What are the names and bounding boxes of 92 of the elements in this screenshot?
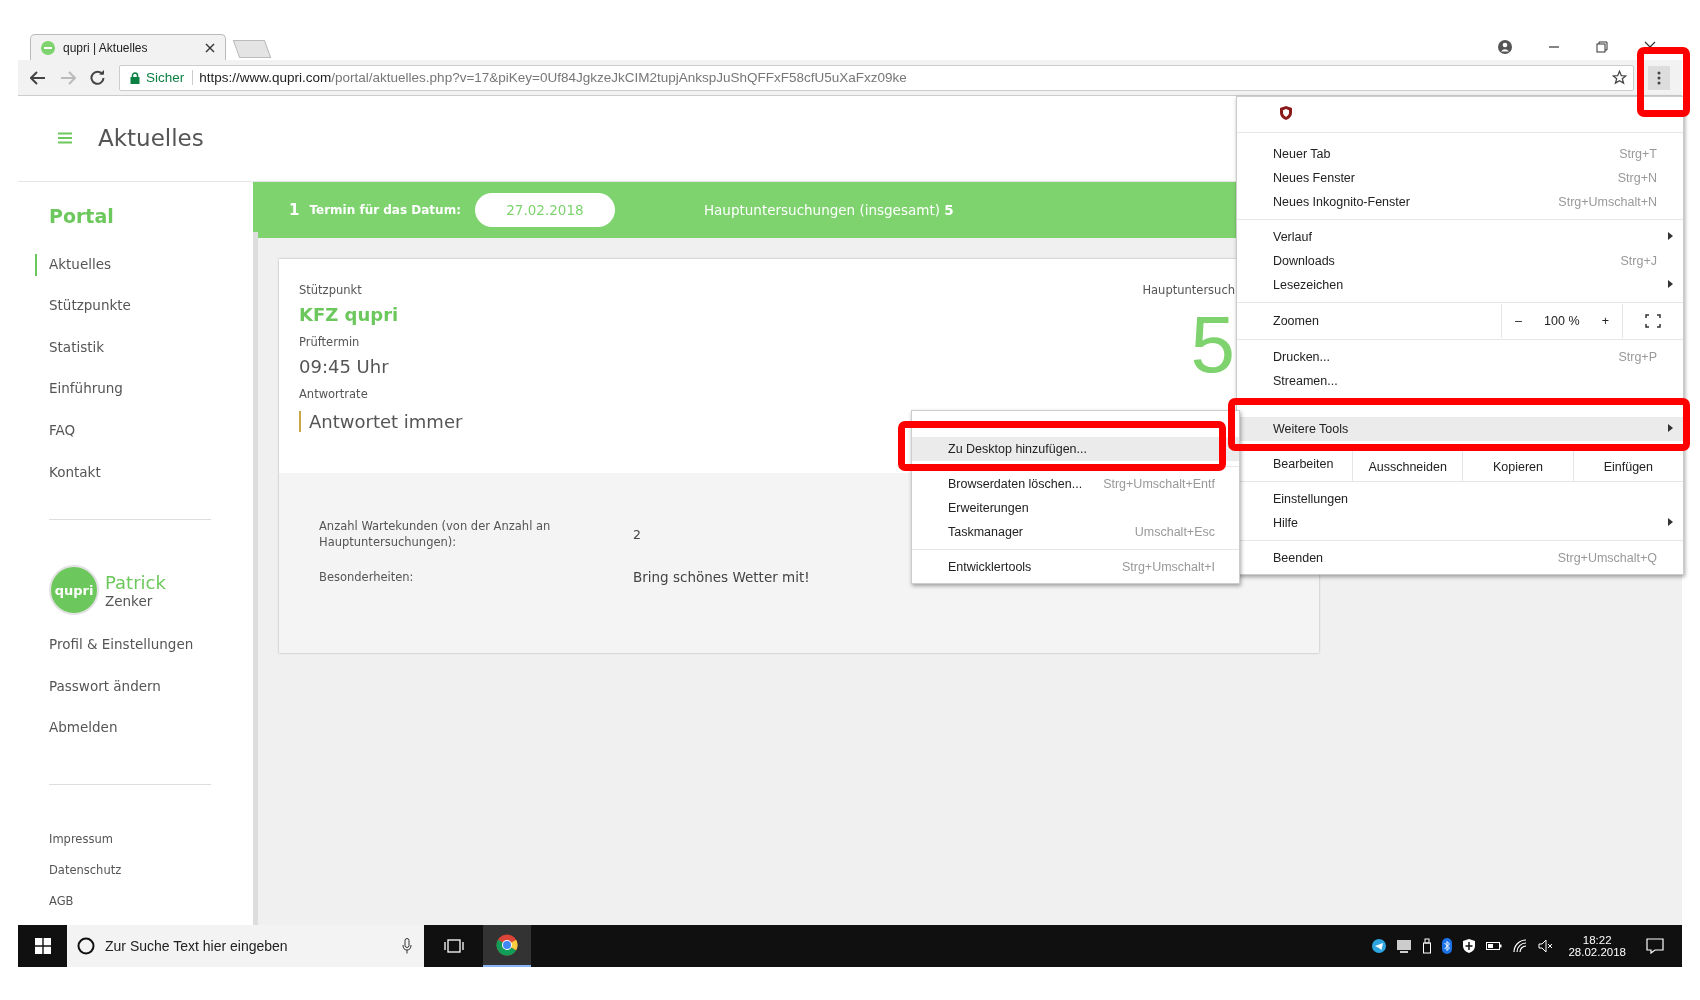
zoom-label: Zoomen xyxy=(1272,314,1320,328)
detail-value: Bring schönes Wetter mit! xyxy=(633,569,810,586)
date-label: Termin für das Datum: xyxy=(309,202,461,217)
reload-icon[interactable] xyxy=(90,70,105,85)
user-last-name: Zenker xyxy=(105,592,154,609)
usb-drive-icon[interactable] xyxy=(1422,938,1433,954)
url-text: https://www.qupri.com/portal/aktuelles.php?v=17&piKey=0Uf84JgkzeJkCIM2tupjAnkspJuShQFFxF58cfU5uXaFxz09ke xyxy=(199,70,907,85)
notification-icon[interactable] xyxy=(1646,938,1664,954)
edit-action[interactable]: Einfügen xyxy=(1601,459,1655,475)
appointment-count: 1 xyxy=(289,200,300,219)
star-icon[interactable] xyxy=(1612,70,1627,85)
inspections-total: Hauptuntersuchungen (insgesamt) 5 xyxy=(703,201,954,218)
station-name: KFZ qupri xyxy=(299,303,399,325)
taskbar-search-field[interactable]: Zur Suche Text hier eingeben xyxy=(67,925,424,967)
footer-link[interactable]: AGB xyxy=(49,894,74,925)
menu-item[interactable]: Neuer Tab Strg+T xyxy=(1237,142,1683,166)
zoom-out-button[interactable]: – xyxy=(1511,314,1526,328)
menu-button[interactable] xyxy=(1648,65,1670,90)
lock-icon xyxy=(130,71,140,84)
menu-item[interactable]: Taskmanager Umschalt+Esc xyxy=(912,520,1239,544)
address-bar[interactable]: Sicher https://www.qupri.com/portal/aktuelles.php?v=17&piKey=0Uf84JgkzeJkCIM2tupjAnkspJuShQFFxF58cfU5uXaFxz09ke xyxy=(119,64,1634,91)
menu-item[interactable]: Browserdaten löschen... Strg+Umschalt+Entf xyxy=(912,472,1239,496)
menu-item[interactable]: Weitere Tools xyxy=(1237,417,1683,441)
station-label: Stützpunkt xyxy=(299,282,362,297)
menu-item[interactable]: Entwicklertools Strg+Umschalt+I xyxy=(912,555,1239,579)
speaker-muted-icon[interactable] xyxy=(1538,939,1555,953)
menu-item[interactable]: Einstellungen xyxy=(1237,487,1683,511)
nav-item[interactable]: Statistik xyxy=(35,336,105,379)
nav-item[interactable]: Einführung xyxy=(35,378,123,421)
clock-date[interactable]: 28.02.2018 xyxy=(1568,946,1626,958)
tab-title: qupri | Aktuelles xyxy=(63,40,149,55)
more-icon xyxy=(1657,70,1661,85)
detail-label: Besonderheiten: xyxy=(319,569,415,586)
restore-icon[interactable] xyxy=(1596,41,1608,53)
section-title: Portal xyxy=(49,204,114,227)
shield-icon[interactable] xyxy=(1280,105,1292,120)
page-title: Aktuelles xyxy=(98,125,204,152)
account-link[interactable]: Passwort ändern xyxy=(35,675,161,718)
zoom-in-button[interactable]: + xyxy=(1597,314,1613,328)
menu-item[interactable]: Drucken... Strg+P xyxy=(1237,345,1683,369)
battery-icon[interactable] xyxy=(1486,941,1503,951)
taskbar-app-button[interactable] xyxy=(483,925,531,967)
time-label: Prüftermin xyxy=(299,334,360,349)
response-label: Antwortrate xyxy=(299,386,368,401)
inspections-label: Hauptuntersuch xyxy=(1142,282,1235,297)
menu-item[interactable]: Beenden Strg+Umschalt+Q xyxy=(1237,546,1683,570)
menu-item[interactable]: Neues Fenster Strg+N xyxy=(1237,166,1683,190)
microphone-icon xyxy=(402,938,412,954)
menu-item[interactable]: Neues Inkognito-Fenster Strg+Umschalt+N xyxy=(1237,190,1683,214)
account-icon[interactable] xyxy=(1498,40,1512,54)
highlight-frame xyxy=(1637,47,1690,117)
edit-action[interactable]: Ausschneiden xyxy=(1366,459,1449,475)
detail-value: 2 xyxy=(633,526,641,542)
zoom-value: 100 % xyxy=(1544,314,1580,328)
footer-link[interactable]: Datenschutz xyxy=(49,863,122,894)
browser-tab[interactable]: qupri | Aktuelles xyxy=(30,34,226,60)
monitor-icon[interactable] xyxy=(1396,939,1413,953)
menu-item[interactable]: Streamen... xyxy=(1237,369,1683,393)
menu-item[interactable]: Erweiterungen xyxy=(912,496,1239,520)
menu-item[interactable]: Hilfe xyxy=(1237,511,1683,535)
menu-item[interactable]: Zu Desktop hinzufügen... xyxy=(912,437,1239,461)
shield-icon[interactable] xyxy=(1462,939,1477,953)
menu-item[interactable]: Lesezeichen xyxy=(1237,273,1683,297)
edit-label: Bearbeiten xyxy=(1272,457,1335,471)
task-view-icon[interactable] xyxy=(444,939,464,953)
account-link[interactable]: Abmelden xyxy=(35,717,118,759)
nav-item[interactable]: Stützpunkte xyxy=(35,295,131,337)
nav-item[interactable]: Aktuelles xyxy=(35,253,112,276)
footer-link[interactable]: Impressum xyxy=(49,832,113,863)
response-rate: Antwortet immer xyxy=(299,410,463,432)
close-tab-icon[interactable] xyxy=(205,42,215,53)
appointment-time: 09:45 Uhr xyxy=(299,355,389,377)
inspections-count: 5 xyxy=(1190,304,1235,385)
bluetooth-icon[interactable] xyxy=(1442,938,1453,954)
browser-app-icon xyxy=(496,934,518,956)
detail-label: Anzahl Wartekunden (von der Anzahl an Hauptuntersuchungen): xyxy=(319,517,552,551)
menu-item[interactable]: Downloads Strg+J xyxy=(1237,249,1683,273)
security-label: Sicher xyxy=(146,70,194,85)
user-first-name: Patrick xyxy=(105,571,166,593)
wifi-icon[interactable] xyxy=(1512,939,1529,953)
site-logo-icon xyxy=(41,40,55,55)
back-icon[interactable] xyxy=(30,70,46,85)
nav-item[interactable]: FAQ xyxy=(35,420,76,462)
account-link[interactable]: Profil & Einstellungen xyxy=(35,634,194,676)
fullscreen-icon xyxy=(1645,314,1661,328)
windows-logo-icon[interactable] xyxy=(35,938,51,954)
scrollbar-thumb[interactable] xyxy=(253,181,258,232)
edit-action[interactable]: Kopieren xyxy=(1490,459,1545,475)
menu-item[interactable]: Verlauf xyxy=(1237,225,1683,249)
clock-time[interactable]: 18:22 xyxy=(1582,934,1612,946)
avatar: qupri xyxy=(49,565,99,616)
nav-item[interactable]: Kontakt xyxy=(35,461,101,504)
